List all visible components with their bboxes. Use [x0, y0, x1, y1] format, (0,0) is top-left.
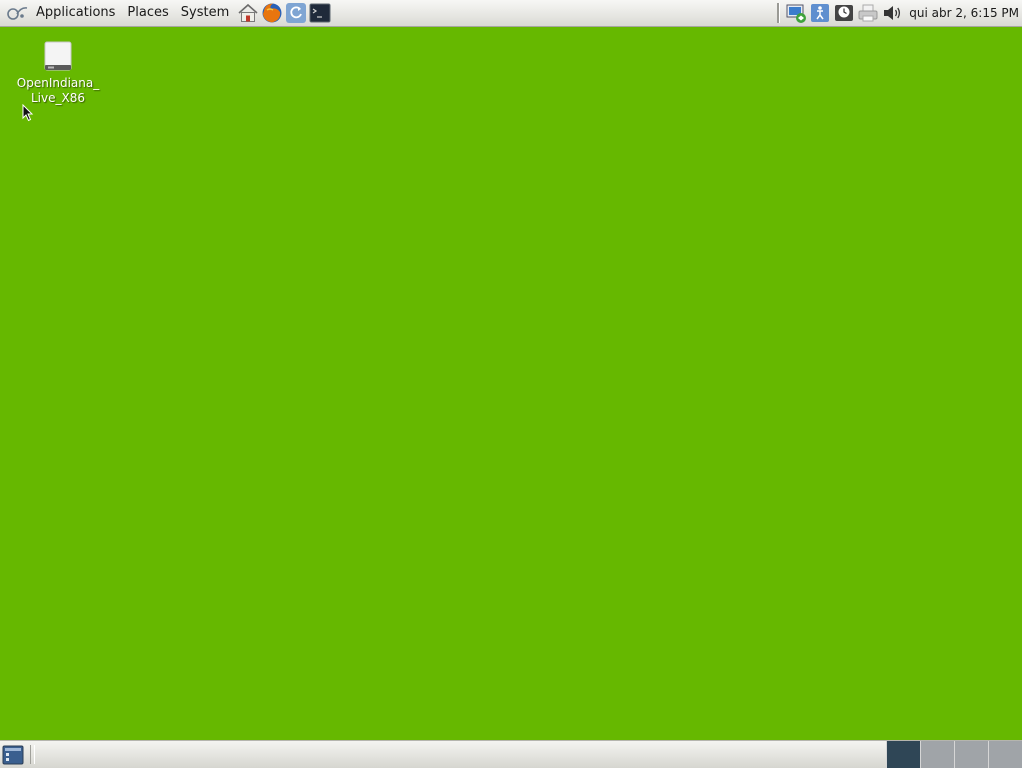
- network-manager-icon[interactable]: [785, 2, 807, 24]
- workspace-4[interactable]: [988, 741, 1022, 768]
- tray-separator: [777, 3, 781, 23]
- workspace-3[interactable]: [954, 741, 988, 768]
- firefox-launcher-icon[interactable]: [261, 2, 283, 24]
- applications-menu[interactable]: Applications: [30, 1, 121, 25]
- terminal-launcher-icon[interactable]: [309, 2, 331, 24]
- notification-area: qui abr 2, 6:15 PM: [777, 0, 1022, 26]
- workspace-switcher: [886, 741, 1022, 768]
- mouse-cursor-icon: [22, 104, 34, 122]
- show-desktop-button[interactable]: [1, 743, 25, 766]
- home-folder-launcher-icon[interactable]: [237, 2, 259, 24]
- desktop-icon-live-media[interactable]: OpenIndiana_ Live_X86: [12, 41, 104, 106]
- update-manager-launcher-icon[interactable]: [285, 2, 307, 24]
- printer-icon[interactable]: [857, 2, 879, 24]
- top-panel: Applications Places System qui abr 2, 6:…: [0, 0, 1022, 27]
- places-menu[interactable]: Places: [121, 1, 174, 25]
- window-list-handle[interactable]: [30, 745, 35, 764]
- desktop-background[interactable]: OpenIndiana_ Live_X86: [0, 27, 1022, 740]
- time-slider-icon[interactable]: [833, 2, 855, 24]
- workspace-2[interactable]: [920, 741, 954, 768]
- volume-icon[interactable]: [881, 2, 903, 24]
- panel-clock[interactable]: qui abr 2, 6:15 PM: [909, 6, 1019, 20]
- show-desktop-icon: [2, 745, 24, 764]
- openindiana-logo-icon[interactable]: [6, 1, 30, 25]
- bottom-panel: [0, 740, 1022, 768]
- drive-icon: [44, 41, 72, 71]
- workspace-1[interactable]: [886, 741, 920, 768]
- system-menu[interactable]: System: [175, 1, 235, 25]
- accessibility-icon[interactable]: [809, 2, 831, 24]
- desktop-icon-label: OpenIndiana_ Live_X86: [16, 76, 100, 105]
